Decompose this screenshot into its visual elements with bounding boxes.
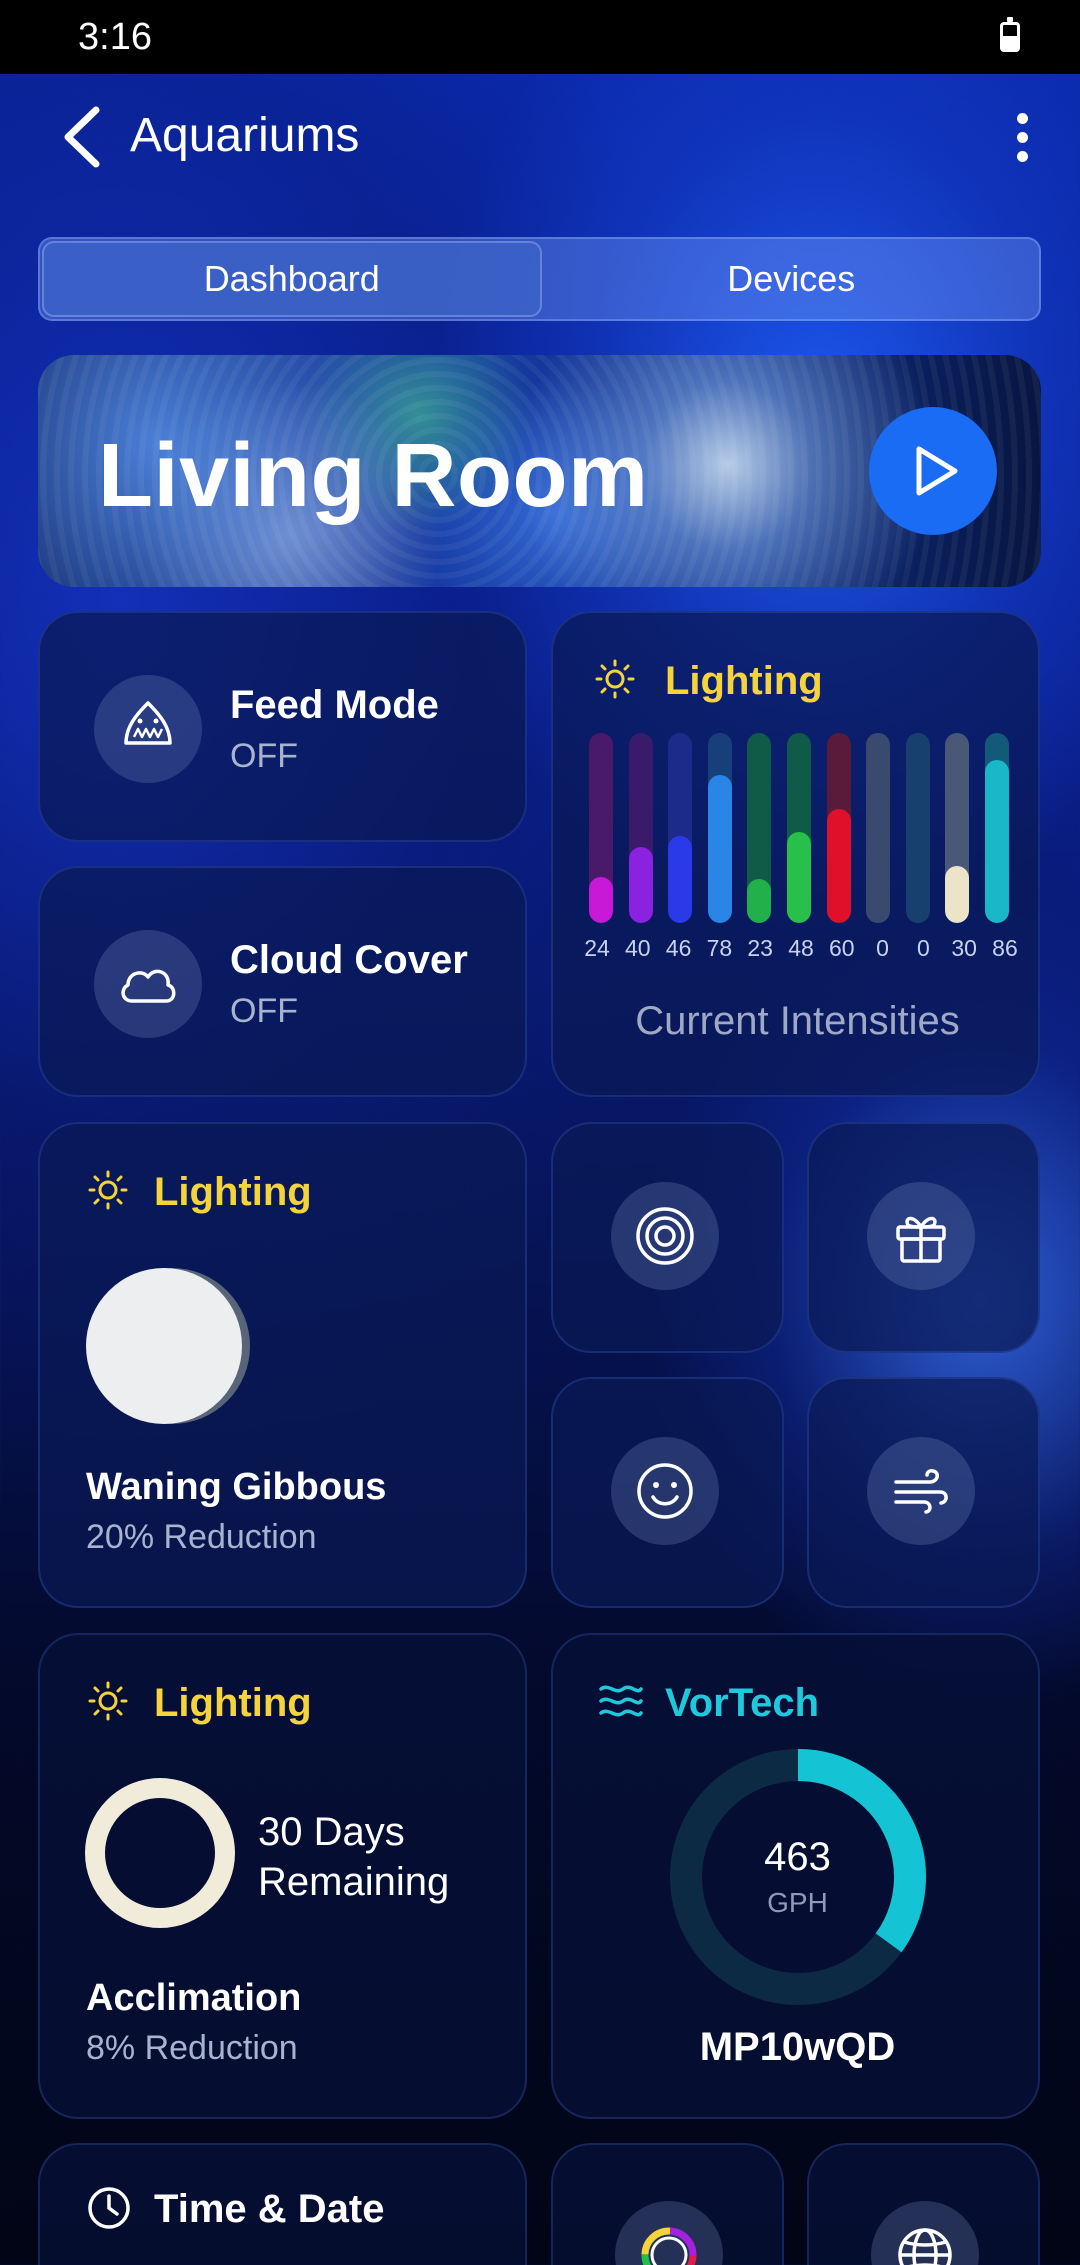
feed-mode-card[interactable]: Feed Mode OFF	[38, 611, 527, 842]
moon-lighting-title: Lighting	[154, 1170, 312, 1214]
color-ring-icon	[615, 2201, 723, 2265]
gift-icon	[867, 1182, 975, 1290]
wave-icon	[599, 1685, 643, 1717]
acclimation-remaining-label: Remaining	[258, 1860, 450, 1904]
intensity-bar-fill	[786, 831, 811, 923]
intensity-bar	[826, 733, 851, 923]
intensities-card[interactable]: Lighting 24 40 46 78 23 48 60 0 0 30 86 Current In…	[551, 611, 1040, 1097]
intensity-bar	[707, 733, 732, 923]
chevron-left-icon	[64, 106, 100, 168]
acclimation-card[interactable]: Lighting 30 Days Remaining Acclimation 8…	[38, 1633, 527, 2119]
intensity-label: 60	[828, 935, 855, 961]
cloud-cover-title: Cloud Cover	[230, 938, 468, 982]
quick-tile-wind[interactable]	[807, 1377, 1040, 1608]
intensity-bars	[589, 733, 1009, 923]
target-icon	[611, 1182, 719, 1290]
app-bar: Aquariums	[0, 74, 1080, 200]
intensity-bar	[628, 733, 653, 923]
intensities-title: Lighting	[665, 659, 823, 703]
acclimation-lighting-title: Lighting	[154, 1681, 312, 1725]
overflow-menu-button[interactable]	[1002, 102, 1042, 172]
play-button[interactable]	[869, 407, 997, 535]
acclimation-days-value: 30 Days	[258, 1810, 405, 1854]
color-tile[interactable]	[551, 2143, 784, 2265]
intensity-labels: 24 40 46 78 23 48 60 0 0 30 86	[579, 935, 1023, 962]
intensity-bar-fill	[826, 809, 851, 923]
smiley-icon	[611, 1437, 719, 1545]
acclimation-days: 30 Days Remaining	[258, 1807, 449, 1907]
intensity-label: 48	[788, 935, 814, 961]
globe-icon	[871, 2201, 979, 2265]
moon-lighting-card[interactable]: Lighting Waning Gibbous 20% Reduction	[38, 1122, 527, 1608]
intensity-bar	[866, 733, 891, 923]
acclimation-name: Acclimation	[86, 1977, 302, 2019]
status-time: 3:16	[78, 15, 152, 58]
cloud-icon	[94, 930, 202, 1038]
intensity-bar	[786, 733, 811, 923]
intensity-bar-fill	[668, 835, 693, 923]
play-icon	[916, 446, 958, 496]
intensity-bar-fill	[707, 774, 732, 923]
vortech-card[interactable]: VorTech 463 GPH MP10wQD	[551, 1633, 1040, 2119]
intensity-label: 40	[625, 935, 651, 961]
shark-icon	[94, 675, 202, 783]
intensity-bar	[945, 733, 970, 923]
intensity-label: 46	[665, 935, 692, 961]
aquarium-hero-card[interactable]: Living Room	[38, 355, 1041, 587]
status-bar: 3:16	[0, 0, 1080, 74]
quick-tile-smiley[interactable]	[551, 1377, 784, 1608]
intensity-bar	[747, 733, 772, 923]
intensity-bar	[589, 733, 613, 923]
moon-reduction: 20% Reduction	[86, 1518, 317, 1556]
acclimation-reduction: 8% Reduction	[86, 2029, 298, 2067]
intensity-bar	[984, 733, 1009, 923]
aquarium-name: Living Room	[98, 426, 649, 526]
tab-dashboard[interactable]: Dashboard	[42, 241, 542, 317]
intensity-label: 78	[706, 935, 733, 961]
clock-icon	[88, 2187, 130, 2229]
intensity-label: 86	[992, 935, 1018, 961]
moon-phase-icon	[86, 1268, 250, 1424]
tab-devices[interactable]: Devices	[544, 239, 1040, 319]
quick-tile-target[interactable]	[551, 1122, 784, 1353]
page-title: Aquariums	[130, 109, 360, 162]
intensity-label: 24	[584, 935, 610, 961]
back-button[interactable]	[52, 104, 112, 170]
acclimation-ring	[85, 1778, 235, 1928]
battery-icon	[1000, 17, 1020, 52]
intensity-bar-fill	[747, 879, 772, 923]
intensities-caption: Current Intensities	[635, 999, 960, 1043]
flow-unit: GPH	[767, 1887, 828, 1918]
cloud-cover-card[interactable]: Cloud Cover OFF	[38, 866, 527, 1097]
intensity-label: 30	[951, 935, 977, 961]
intensity-bar-fill	[628, 847, 653, 923]
intensity-bar	[668, 733, 693, 923]
intensity-bar-fill	[984, 759, 1009, 923]
intensity-bar-fill	[589, 877, 613, 923]
time-date-card[interactable]: Time & Date	[38, 2143, 527, 2265]
flow-value: 463	[764, 1835, 831, 1879]
intensity-bar	[905, 733, 930, 923]
sun-icon	[595, 659, 635, 699]
quick-tile-gift[interactable]	[807, 1122, 1040, 1353]
intensity-label: 0	[876, 935, 889, 961]
view-tabs: Dashboard Devices	[38, 237, 1041, 321]
feed-mode-title: Feed Mode	[230, 683, 439, 727]
cloud-cover-status: OFF	[230, 992, 298, 1030]
vortech-title: VorTech	[665, 1681, 820, 1725]
sun-icon	[88, 1170, 128, 1210]
vortech-model: MP10wQD	[699, 2025, 896, 2069]
sun-icon	[88, 1681, 128, 1721]
globe-tile[interactable]	[807, 2143, 1040, 2265]
feed-mode-status: OFF	[230, 737, 298, 775]
intensity-label: 0	[916, 935, 930, 961]
wind-icon	[867, 1437, 975, 1545]
time-date-title: Time & Date	[154, 2187, 385, 2231]
intensity-label: 23	[747, 935, 773, 961]
intensity-bar-fill	[945, 866, 970, 923]
moon-phase-name: Waning Gibbous	[86, 1466, 387, 1508]
